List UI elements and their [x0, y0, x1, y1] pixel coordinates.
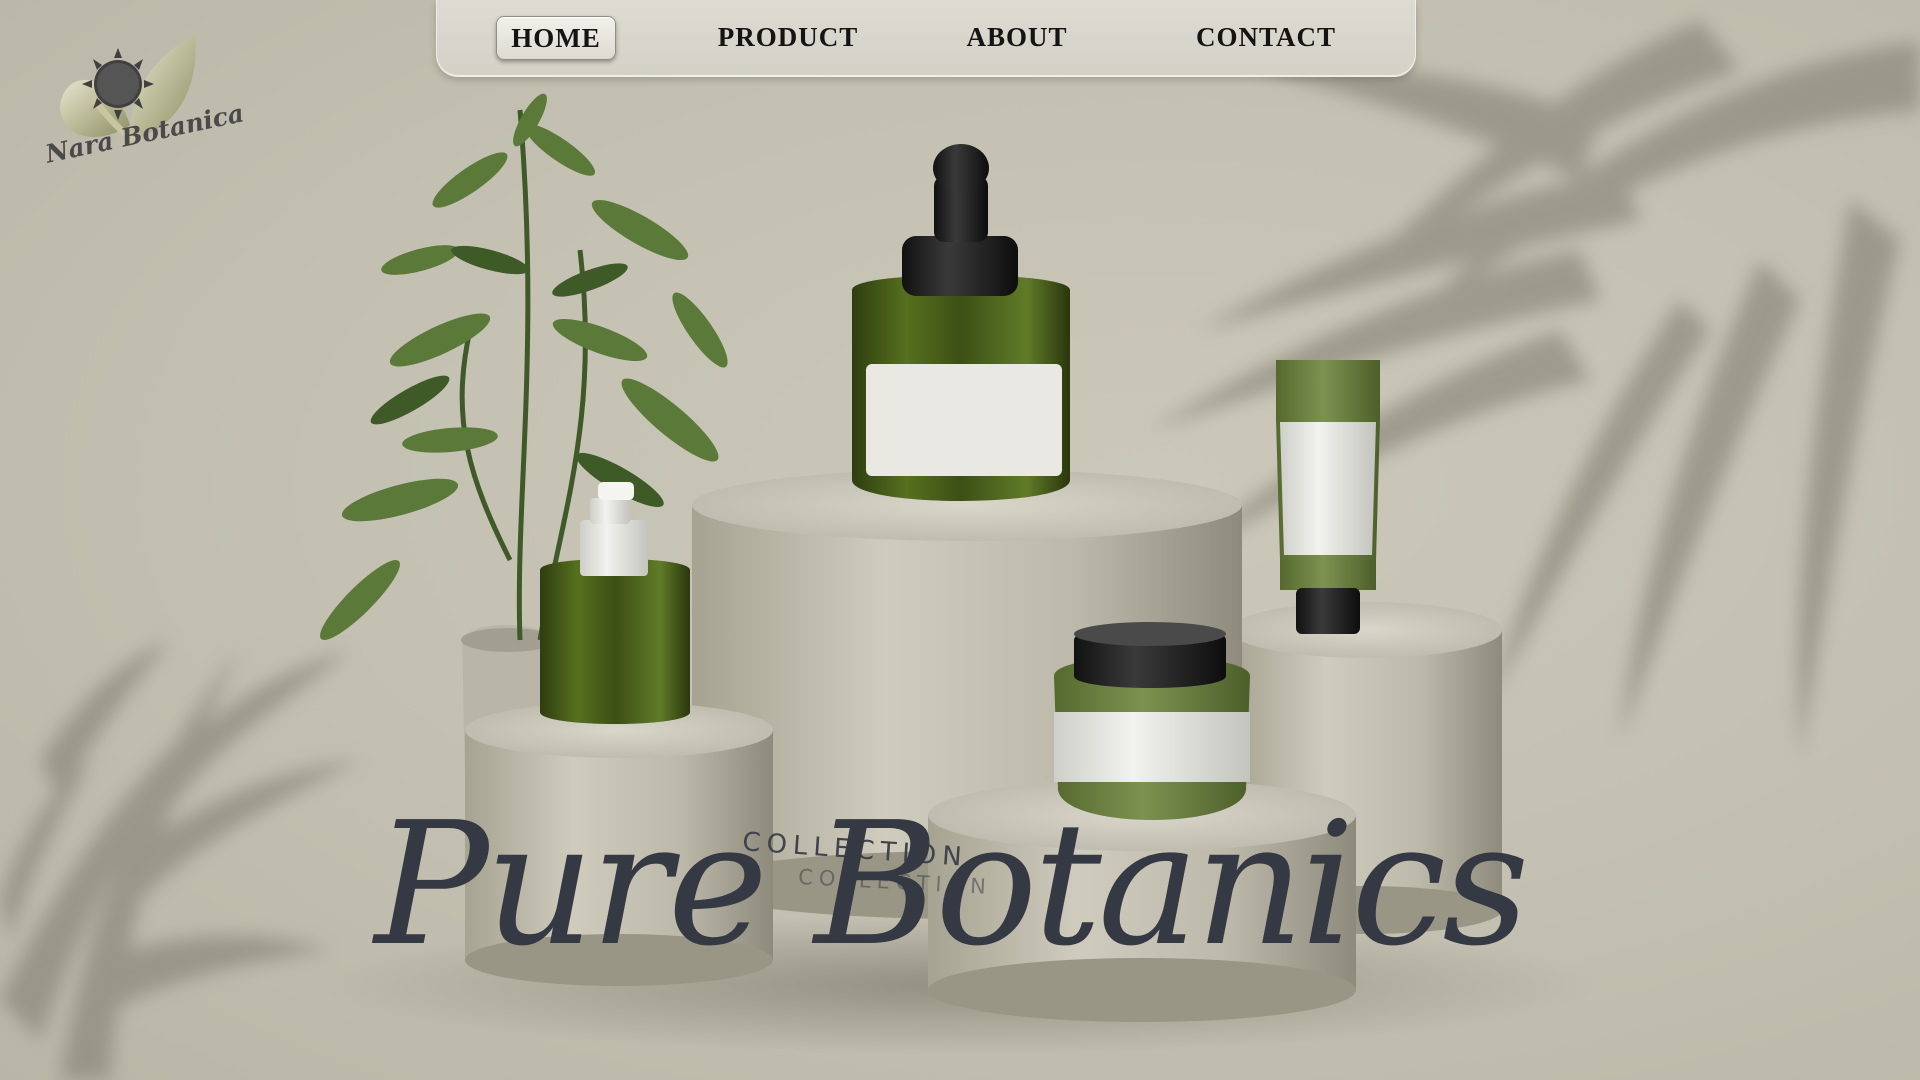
- hero-title: Pure Botanics: [374, 786, 1529, 984]
- dropper-bottle[interactable]: [852, 144, 1070, 501]
- cream-tube[interactable]: [1276, 360, 1380, 634]
- hero-background: Nara Botanica HOME PRODUCT ABOUT CONTACT: [0, 0, 1920, 1080]
